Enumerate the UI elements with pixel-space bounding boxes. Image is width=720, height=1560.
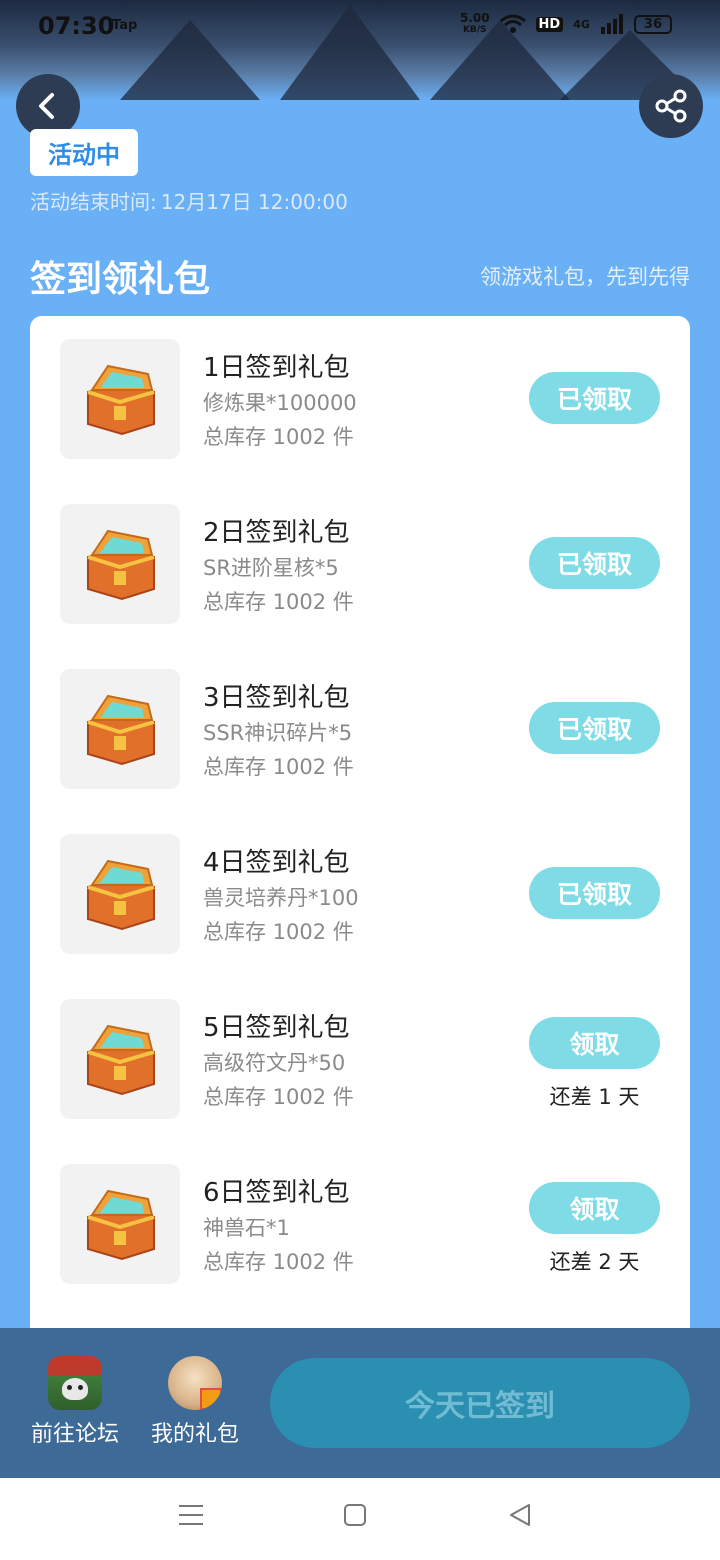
gift-row: 4日签到礼包 兽灵培养丹*100 总库存 1002 件 已领取 bbox=[30, 834, 690, 954]
activity-end-time: 活动结束时间: 12月17日 12:00:00 bbox=[30, 186, 352, 215]
treasure-chest-icon bbox=[87, 1024, 155, 1096]
gift-item: 高级符文丹*50 bbox=[203, 1051, 346, 1075]
claim-button[interactable]: 领取 bbox=[529, 1182, 660, 1234]
gift-item: 兽灵培养丹*100 bbox=[203, 886, 359, 910]
gift-title: 1日签到礼包 bbox=[203, 353, 350, 383]
gift-row: 1日签到礼包 修炼果*100000 总库存 1002 件 已领取 bbox=[30, 339, 690, 459]
signal-icon bbox=[600, 14, 623, 34]
gift-title: 3日签到礼包 bbox=[203, 683, 350, 713]
gift-stock: 总库存 1002 件 bbox=[203, 920, 354, 944]
gift-row: 6日签到礼包 神兽石*1 总库存 1002 件 领取 还差 2 天 bbox=[30, 1164, 690, 1284]
menu-icon[interactable] bbox=[178, 1502, 204, 1528]
gift-thumbnail bbox=[60, 834, 180, 954]
gift-item: 修炼果*100000 bbox=[203, 391, 357, 415]
net-speed-value: 5.00 bbox=[459, 11, 490, 25]
treasure-chest-icon bbox=[87, 364, 155, 436]
claimed-button[interactable]: 已领取 bbox=[529, 537, 660, 589]
net-speed-unit: KB/S bbox=[462, 25, 487, 35]
carrier-tag: Tap bbox=[112, 18, 138, 33]
my-gifts-label: 我的礼包 bbox=[150, 1422, 239, 1447]
claimed-button[interactable]: 已领取 bbox=[529, 372, 660, 424]
my-gifts-avatar-icon bbox=[168, 1356, 222, 1410]
gift-stock: 总库存 1002 件 bbox=[203, 1085, 354, 1109]
system-nav-bar bbox=[0, 1478, 720, 1560]
gift-title: 5日签到礼包 bbox=[203, 1013, 350, 1043]
gift-thumbnail bbox=[60, 504, 180, 624]
gift-thumbnail bbox=[60, 669, 180, 789]
section-subtitle: 领游戏礼包，先到先得 bbox=[480, 265, 690, 289]
treasure-chest-icon bbox=[87, 529, 155, 601]
end-time-value: 12月17日 12:00:00 bbox=[160, 190, 348, 214]
gift-stock: 总库存 1002 件 bbox=[203, 755, 354, 779]
gift-item: 神兽石*1 bbox=[203, 1216, 290, 1240]
my-gifts-link[interactable]: 我的礼包 bbox=[145, 1356, 245, 1448]
net-speed: 5.00 KB/S bbox=[460, 12, 490, 36]
forum-link[interactable]: 前往论坛 bbox=[25, 1356, 125, 1448]
treasure-chest-icon bbox=[87, 694, 155, 766]
gift-stock: 总库存 1002 件 bbox=[203, 425, 354, 449]
bottom-action-bar: 前往论坛 我的礼包 今天已签到 bbox=[0, 1328, 720, 1478]
back-arrow-icon bbox=[39, 93, 54, 119]
wifi-icon bbox=[499, 14, 526, 33]
battery-indicator: 36 bbox=[633, 14, 672, 34]
network-type: 4G bbox=[573, 17, 590, 31]
forum-game-icon bbox=[48, 1356, 102, 1410]
gift-title: 4日签到礼包 bbox=[203, 848, 350, 878]
gift-list-card: 1日签到礼包 修炼果*100000 总库存 1002 件 已领取 2日签到礼包 … bbox=[30, 316, 690, 1356]
days-remaining: 还差 2 天 bbox=[549, 1250, 640, 1274]
gift-row: 3日签到礼包 SSR神识碎片*5 总库存 1002 件 已领取 bbox=[30, 669, 690, 789]
home-icon[interactable] bbox=[343, 1502, 367, 1528]
activity-status-badge: 活动中 bbox=[30, 129, 138, 176]
gift-item: SSR神识碎片*5 bbox=[203, 721, 353, 745]
forum-label: 前往论坛 bbox=[30, 1422, 119, 1447]
checked-in-button[interactable]: 今天已签到 bbox=[270, 1358, 690, 1448]
gift-thumbnail bbox=[60, 999, 180, 1119]
treasure-chest-icon bbox=[87, 859, 155, 931]
status-time: 07:30 bbox=[38, 12, 115, 40]
gift-thumbnail bbox=[60, 339, 180, 459]
gift-title: 2日签到礼包 bbox=[203, 518, 350, 548]
treasure-chest-icon bbox=[87, 1189, 155, 1261]
gift-item: SR进阶星核*5 bbox=[203, 556, 339, 580]
share-button[interactable] bbox=[639, 74, 703, 138]
section-title: 签到领礼包 bbox=[30, 259, 211, 300]
end-time-label: 活动结束时间: bbox=[30, 190, 157, 214]
gift-stock: 总库存 1002 件 bbox=[203, 1250, 354, 1274]
claim-button[interactable]: 领取 bbox=[529, 1017, 660, 1069]
share-icon bbox=[655, 89, 687, 123]
gift-stock: 总库存 1002 件 bbox=[203, 590, 354, 614]
hd-badge: HD bbox=[535, 16, 564, 32]
gift-thumbnail bbox=[60, 1164, 180, 1284]
days-remaining: 还差 1 天 bbox=[549, 1085, 640, 1109]
claimed-button[interactable]: 已领取 bbox=[529, 867, 660, 919]
back-triangle-icon[interactable] bbox=[507, 1502, 533, 1528]
status-bar: 07:30 Tap 5.00 KB/S HD 4G 36 bbox=[0, 0, 720, 54]
gift-row: 5日签到礼包 高级符文丹*50 总库存 1002 件 领取 还差 1 天 bbox=[30, 999, 690, 1119]
claimed-button[interactable]: 已领取 bbox=[529, 702, 660, 754]
status-icons: 5.00 KB/S HD 4G 36 bbox=[460, 12, 672, 36]
gift-row: 2日签到礼包 SR进阶星核*5 总库存 1002 件 已领取 bbox=[30, 504, 690, 624]
gift-title: 6日签到礼包 bbox=[203, 1178, 350, 1208]
